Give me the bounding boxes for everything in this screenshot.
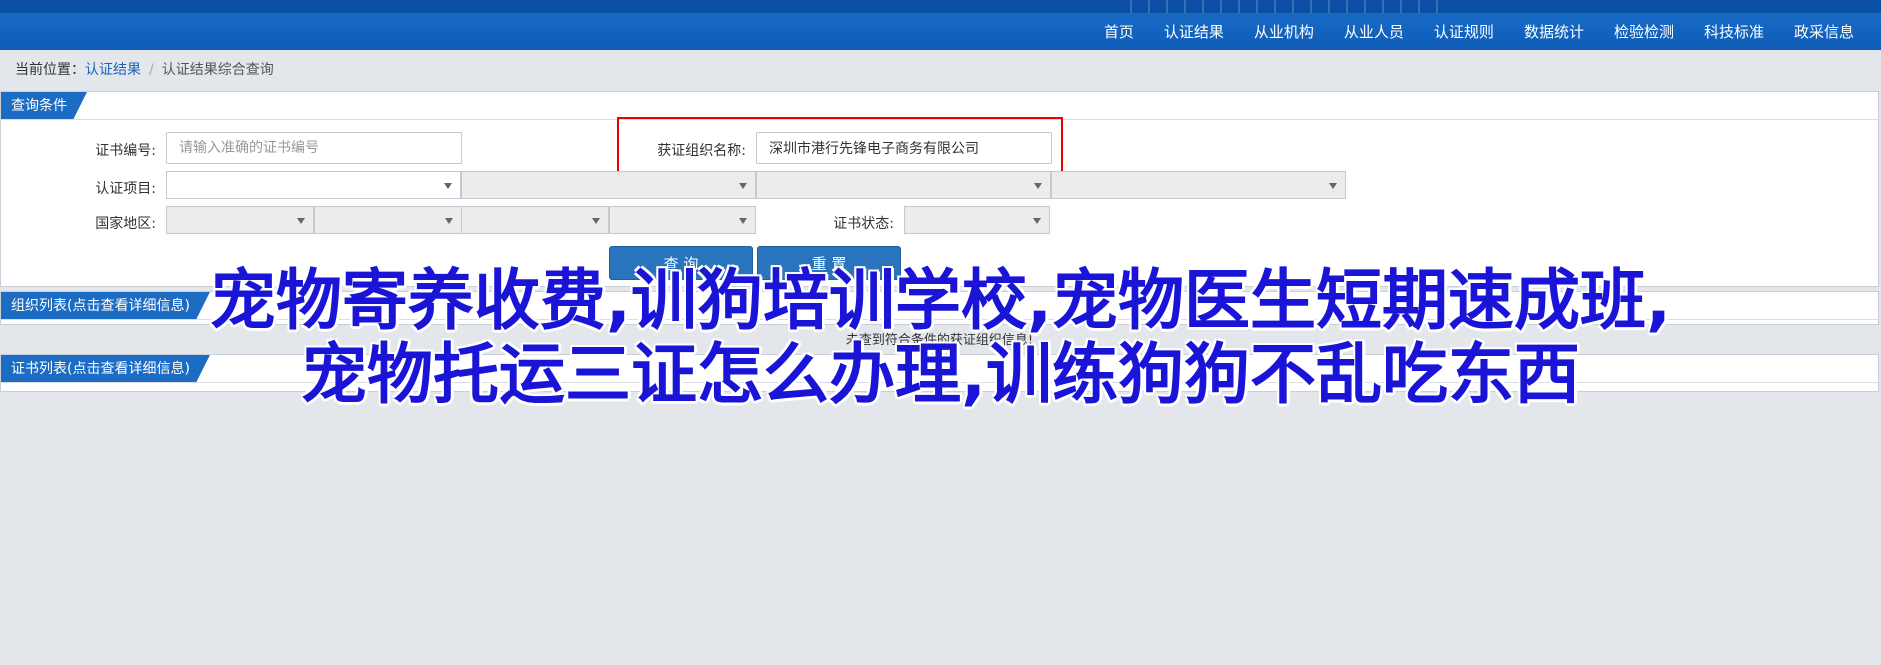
org-empty-message: 未查到符合条件的获证组织信息! xyxy=(845,333,1034,348)
chevron-down-icon xyxy=(297,218,305,224)
cert-no-label: 证书编号: xyxy=(95,143,156,159)
cert-list-panel: 证书列表(点击查看详细信息) xyxy=(0,354,1879,392)
cert-no-input[interactable] xyxy=(166,132,462,164)
top-navigation-bar: 首页 认证结果 从业机构 从业人员 认证规则 数据统计 检验检测 科技标准 政采… xyxy=(0,0,1881,50)
chevron-down-icon xyxy=(1329,183,1337,189)
region-select-2[interactable] xyxy=(314,206,462,234)
cert-list-title[interactable]: 证书列表(点击查看详细信息) xyxy=(1,355,210,383)
main-nav: 首页 认证结果 从业机构 从业人员 认证规则 数据统计 检验检测 科技标准 政采… xyxy=(1089,13,1869,50)
project-label: 认证项目: xyxy=(95,181,156,197)
chevron-down-icon xyxy=(444,183,452,189)
status-label: 证书状态: xyxy=(833,216,894,232)
header-pattern xyxy=(1130,0,1450,13)
nav-statistics[interactable]: 数据统计 xyxy=(1509,21,1599,42)
region-select-1[interactable] xyxy=(166,206,314,234)
chevron-down-icon xyxy=(739,218,747,224)
reset-button[interactable]: 重 置 xyxy=(757,246,901,280)
nav-home[interactable]: 首页 xyxy=(1089,21,1149,42)
chevron-down-icon xyxy=(445,218,453,224)
search-button[interactable]: 查 询 xyxy=(609,246,753,280)
panel-divider xyxy=(1,382,1878,383)
project-select-4[interactable] xyxy=(1051,171,1346,199)
breadcrumb: 当前位置：认证结果 / 认证结果综合查询 xyxy=(15,59,274,79)
region-select-4[interactable] xyxy=(609,206,756,234)
status-select[interactable] xyxy=(904,206,1050,234)
project-select-2[interactable] xyxy=(461,171,756,199)
breadcrumb-link[interactable]: 认证结果 xyxy=(85,62,141,78)
query-panel-title: 查询条件 xyxy=(1,92,87,120)
region-label: 国家地区: xyxy=(95,216,156,232)
nav-institutions[interactable]: 从业机构 xyxy=(1239,21,1329,42)
nav-cert-results[interactable]: 认证结果 xyxy=(1149,21,1239,42)
org-list-panel: 组织列表(点击查看详细信息) xyxy=(0,291,1879,325)
project-select-1[interactable] xyxy=(166,171,461,199)
chevron-down-icon xyxy=(592,218,600,224)
chevron-down-icon xyxy=(1033,218,1041,224)
highlight-box xyxy=(617,117,1063,177)
breadcrumb-prefix: 当前位置： xyxy=(15,62,85,78)
org-list-title[interactable]: 组织列表(点击查看详细信息) xyxy=(1,292,210,320)
breadcrumb-current: 认证结果综合查询 xyxy=(161,62,274,78)
nav-procurement[interactable]: 政采信息 xyxy=(1779,21,1869,42)
nav-standards[interactable]: 科技标准 xyxy=(1689,21,1779,42)
chevron-down-icon xyxy=(1034,183,1042,189)
chevron-down-icon xyxy=(739,183,747,189)
region-select-3[interactable] xyxy=(461,206,609,234)
project-select-3[interactable] xyxy=(756,171,1051,199)
nav-rules[interactable]: 认证规则 xyxy=(1419,21,1509,42)
panel-divider xyxy=(1,319,1878,320)
breadcrumb-separator: / xyxy=(149,62,154,78)
nav-inspection[interactable]: 检验检测 xyxy=(1599,21,1689,42)
header-stripe xyxy=(0,0,1881,13)
nav-practitioners[interactable]: 从业人员 xyxy=(1329,21,1419,42)
